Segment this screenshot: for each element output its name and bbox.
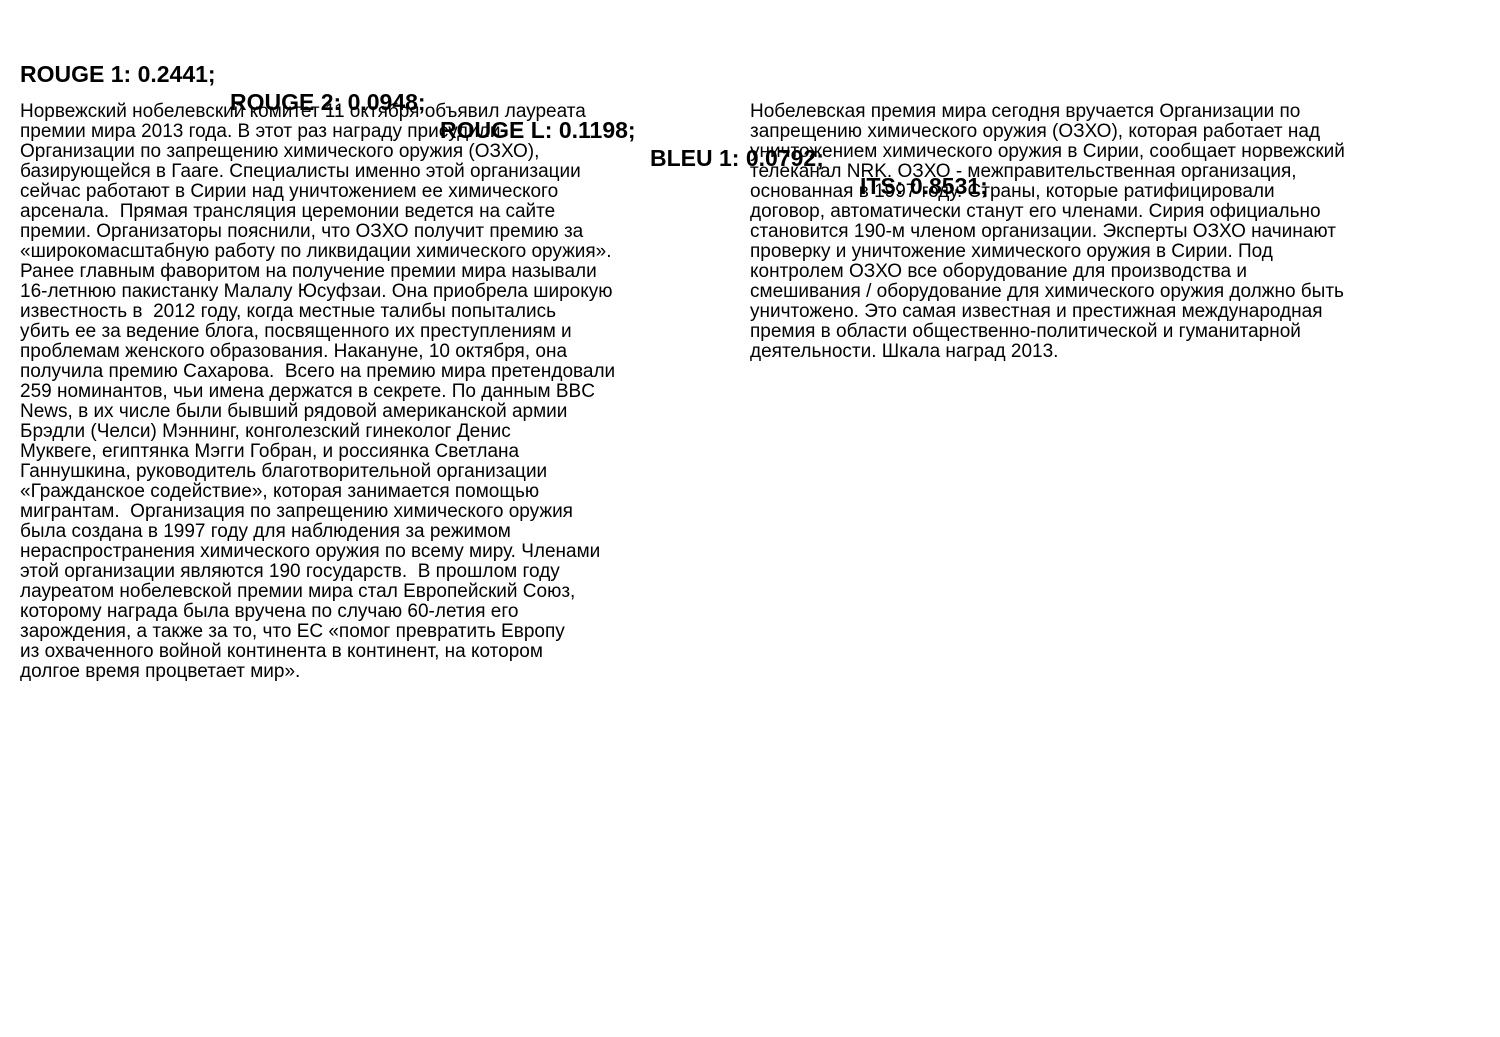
- reference-text-line: которому награда была вручена по случаю …: [20, 601, 519, 622]
- reference-text-line: Организации по запрещению химического ор…: [20, 141, 540, 162]
- generated-text-line: смешивания / оборудование для химическог…: [750, 281, 1344, 302]
- generated-text-line: деятельности. Шкала наград 2013.: [750, 341, 1059, 362]
- reference-text-line: нераспространения химического оружия по …: [20, 541, 601, 562]
- generated-text-line: уничтожено. Это самая известная и прести…: [750, 301, 1323, 322]
- reference-text-line: премии мира 2013 года. В этот раз наград…: [20, 121, 501, 142]
- reference-text-line: Ранее главным фаворитом на получение пре…: [20, 261, 597, 282]
- generated-text-line: проверку и уничтожение химического оружи…: [750, 241, 1273, 262]
- reference-text-line: Муквеге, египтянка Мэгги Гобран, и росси…: [20, 441, 520, 462]
- reference-text-line: зарождения, а также за то, что ЕС «помог…: [20, 621, 565, 642]
- reference-text-line: Брэдли (Челси) Мэннинг, конголезский гин…: [20, 421, 511, 442]
- reference-text-line: «широкомасштабную работу по ликвидации х…: [20, 241, 612, 262]
- reference-text-line: лауреатом нобелевской премии мира стал Е…: [20, 581, 576, 602]
- reference-text-line: мигрантам. Организация по запрещению хим…: [20, 501, 573, 522]
- generated-text-line: запрещению химического оружия (ОЗХО), ко…: [750, 121, 1321, 142]
- reference-text-line: долгое время процветает мир».: [20, 661, 301, 682]
- reference-text-line: News, в их числе были бывший рядовой аме…: [20, 401, 568, 422]
- generated-text-line: Нобелевская премия мира сегодня вручаетс…: [750, 101, 1301, 122]
- reference-text-line: этой организации являются 190 государств…: [20, 561, 560, 582]
- reference-text-line: 16-летнюю пакистанку Малалу Юсуфзаи. Она…: [20, 281, 613, 302]
- generated-text-line: становится 190-м членом организации. Экс…: [750, 221, 1336, 242]
- generated-text-line: договор, автоматически станут его членам…: [750, 201, 1321, 222]
- reference-text-line: проблемам женского образования. Накануне…: [20, 341, 568, 362]
- rouge-1-score: ROUGE 1: 0.2441;: [20, 61, 216, 87]
- reference-text-line: арсенала. Прямая трансляция церемонии ве…: [20, 201, 556, 222]
- reference-text-line: была создана в 1997 году для наблюдения …: [20, 521, 511, 542]
- reference-text-line: из охваченного войной континента в конти…: [20, 641, 543, 662]
- generated-text-line: контролем ОЗХО все оборудование для прои…: [750, 261, 1248, 282]
- reference-text-line: Ганнушкина, руководитель благотворительн…: [20, 461, 548, 482]
- generated-text-line: уничтожением химического оружия в Сирии,…: [750, 141, 1345, 162]
- reference-text-line: базирующейся в Гааге. Специалисты именно…: [20, 161, 581, 182]
- reference-text-line: 259 номинантов, чьи имена держатся в сек…: [20, 381, 595, 402]
- reference-text-line: премии. Организаторы пояснили, что ОЗХО …: [20, 221, 584, 242]
- generated-text-line: телеканал NRK. ОЗХО - межправительственн…: [750, 161, 1297, 182]
- reference-text-column: Норвежский нобелевский комитет 11 октябр…: [20, 102, 615, 682]
- reference-text-line: «Гражданское содействие», которая занима…: [20, 481, 540, 502]
- reference-text-line: сейчас работают в Сирии над уничтожением…: [20, 181, 559, 202]
- reference-text-line: известность в 2012 году, когда местные т…: [20, 301, 556, 322]
- reference-text-line: Норвежский нобелевский комитет 11 октябр…: [20, 101, 586, 122]
- generated-text-line: основанная в 1997 году. Страны, которые …: [750, 181, 1275, 202]
- generated-text-line: премия в области общественно-политическо…: [750, 321, 1301, 342]
- generated-text-column: Нобелевская премия мира сегодня вручаетс…: [750, 102, 1345, 362]
- reference-text-line: убить ее за ведение блога, посвященного …: [20, 321, 572, 342]
- reference-text-line: получила премию Сахарова. Всего на преми…: [20, 361, 616, 382]
